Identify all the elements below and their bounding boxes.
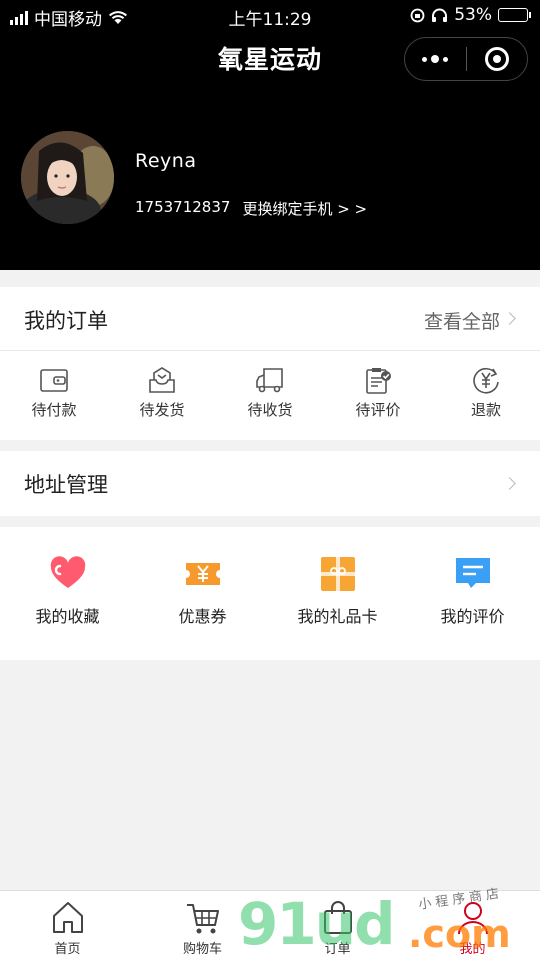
chevron-right-icon	[503, 312, 516, 325]
comment-icon	[455, 558, 490, 588]
order-refund[interactable]: 退款	[432, 351, 540, 439]
user-icon	[457, 902, 488, 935]
order-item-label: 待发货	[139, 401, 185, 419]
coupons-entry[interactable]: 优惠券	[135, 527, 270, 660]
mini-program-capsule	[404, 37, 528, 81]
yen-refund-icon	[473, 367, 499, 394]
phone-number: 1753712837	[135, 198, 231, 216]
tab-label: 订单	[324, 942, 351, 957]
order-pending-payment[interactable]: 待付款	[0, 351, 108, 439]
more-dots-icon	[422, 55, 449, 63]
close-mini-program-button[interactable]	[466, 38, 527, 80]
close-circle-icon	[484, 47, 509, 71]
services-grid: 我的收藏 优惠券 我的礼品卡 我的评价	[0, 527, 540, 660]
clipboard-check-icon	[366, 368, 391, 394]
order-pending-review[interactable]: 待评价	[324, 351, 432, 439]
wallet-icon	[40, 369, 68, 392]
service-label: 我的礼品卡	[297, 607, 378, 626]
heart-icon	[50, 556, 85, 588]
order-item-label: 待收货	[247, 401, 293, 419]
bottom-tab-bar: 首页 购物车 订单 我的	[0, 890, 540, 960]
truck-icon	[256, 368, 283, 393]
tab-label: 购物车	[182, 942, 222, 957]
orders-title: 我的订单	[24, 309, 108, 333]
headphones-icon	[432, 8, 448, 22]
more-button[interactable]	[405, 38, 466, 80]
chevron-right-icon	[503, 477, 516, 490]
orders-header[interactable]: 我的订单 查看全部	[0, 287, 540, 351]
order-item-label: 待付款	[31, 401, 77, 419]
change-phone-link[interactable]: 更换绑定手机 > >	[242, 198, 367, 219]
orders-card: 我的订单 查看全部 待付款 待发货 待收货 待评价 退款	[0, 287, 540, 440]
service-label: 我的评价	[440, 607, 505, 626]
order-pending-receipt[interactable]: 待收货	[216, 351, 324, 439]
battery-icon	[498, 8, 531, 22]
tab-mine[interactable]: 我的	[405, 891, 540, 960]
rotation-lock-icon	[410, 8, 425, 22]
status-bar: 中国移动 上午11:29 53%	[0, 0, 540, 30]
battery-percent: 53%	[454, 5, 492, 25]
coupon-icon	[185, 563, 220, 585]
avatar[interactable]	[21, 131, 114, 224]
view-all-orders-link[interactable]: 查看全部	[424, 307, 500, 334]
home-icon	[52, 902, 83, 933]
address-title: 地址管理	[24, 473, 108, 497]
tab-label: 首页	[54, 942, 81, 957]
service-label: 我的收藏	[35, 607, 100, 626]
my-reviews-entry[interactable]: 我的评价	[405, 527, 540, 660]
package-icon	[149, 367, 175, 393]
gift-card-icon	[320, 557, 355, 591]
tab-cart[interactable]: 购物车	[135, 891, 270, 960]
bag-icon	[323, 901, 352, 934]
username: Reyna	[135, 150, 197, 172]
favorites-entry[interactable]: 我的收藏	[0, 527, 135, 660]
order-pending-shipment[interactable]: 待发货	[108, 351, 216, 439]
tab-home[interactable]: 首页	[0, 891, 135, 960]
service-label: 优惠券	[178, 607, 227, 626]
order-item-label: 待评价	[355, 401, 401, 419]
order-item-label: 退款	[470, 401, 501, 419]
address-management-row[interactable]: 地址管理	[0, 451, 540, 516]
cart-icon	[186, 904, 219, 934]
tab-orders[interactable]: 订单	[270, 891, 405, 960]
profile-header: 中国移动 上午11:29 53% 氧星运动 Reyna 1753712837 更…	[0, 0, 540, 270]
tab-label: 我的	[459, 942, 486, 957]
gift-card-entry[interactable]: 我的礼品卡	[270, 527, 405, 660]
